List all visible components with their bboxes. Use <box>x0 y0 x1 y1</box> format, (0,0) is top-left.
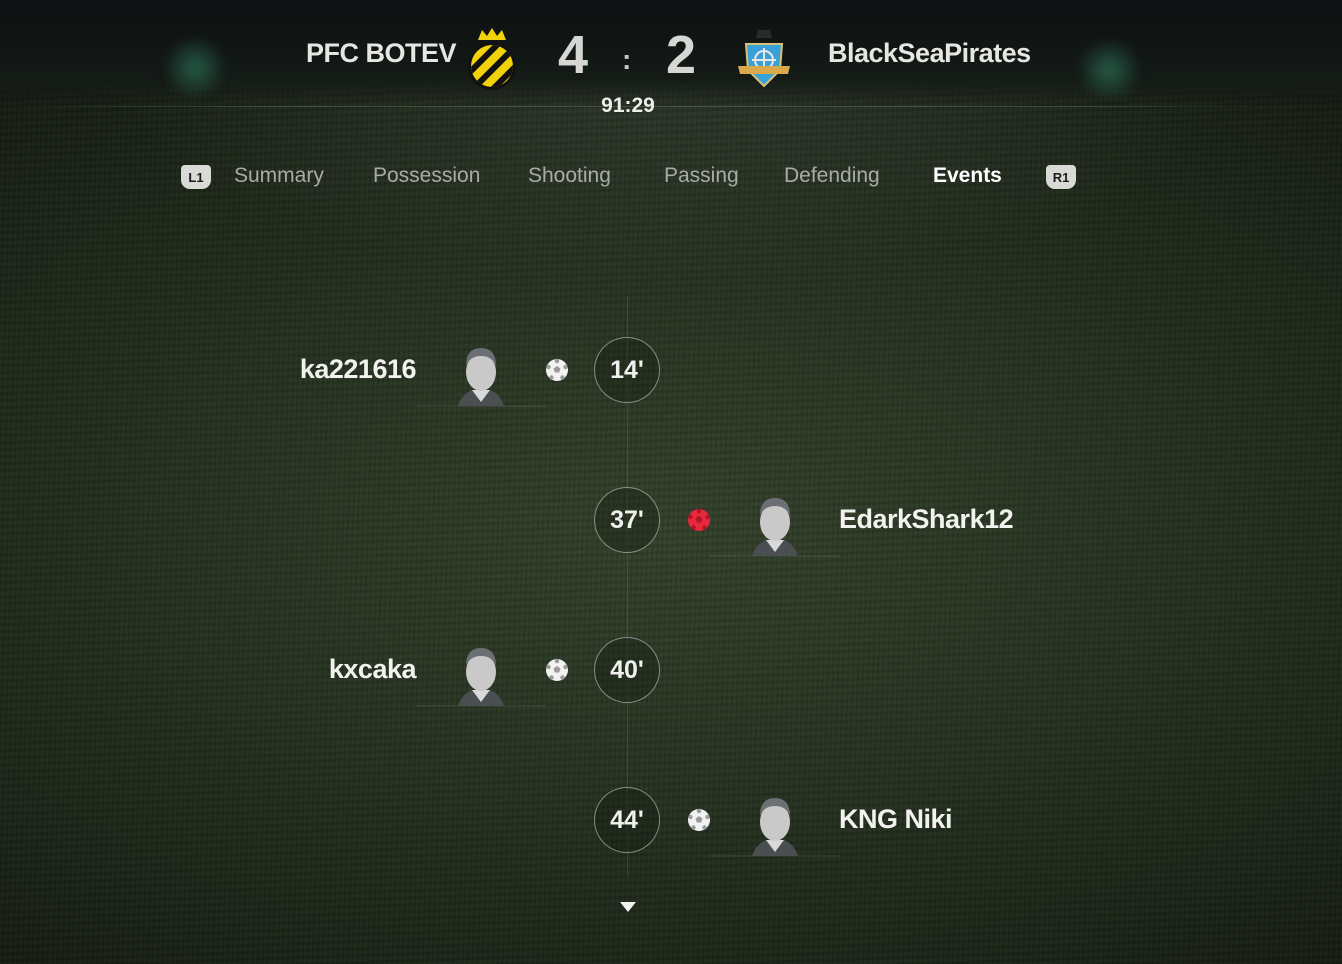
event-minute: 40' <box>594 637 660 703</box>
event-player-name: kxcaka <box>328 654 417 684</box>
score-separator: : <box>622 44 632 75</box>
soccer-ball-icon <box>688 808 710 831</box>
match-clock: 91:29 <box>601 94 655 117</box>
red-ball-icon <box>688 508 710 531</box>
away-score: 2 <box>666 25 697 85</box>
tab-passing[interactable]: Passing <box>664 164 739 188</box>
away-team-name: BlackSeaPirates <box>828 38 1031 68</box>
event-player-name: EdarkShark12 <box>839 504 1014 534</box>
player-avatar-icon <box>710 798 840 857</box>
home-score: 4 <box>558 25 589 85</box>
home-team-crest-icon <box>468 28 516 90</box>
home-team-name: PFC BOTEV <box>306 38 457 68</box>
stats-tab-bar: Summary Possession Shooting Passing Defe… <box>0 164 1342 198</box>
stadium-light-blur <box>1074 40 1144 100</box>
soccer-ball-icon <box>546 658 568 681</box>
away-team-crest-icon <box>738 30 790 88</box>
event-minute: 37' <box>594 487 660 553</box>
event-player-name: KNG Niki <box>839 804 953 834</box>
player-avatar-icon <box>710 498 840 557</box>
tab-events[interactable]: Events <box>933 164 1002 188</box>
tab-summary[interactable]: Summary <box>234 164 324 188</box>
soccer-ball-icon <box>546 358 568 381</box>
scroll-down-arrow-icon[interactable] <box>620 902 636 912</box>
player-avatar-icon <box>416 348 546 407</box>
r1-button-icon[interactable]: R1 <box>1046 165 1076 189</box>
player-avatar-icon <box>416 648 546 707</box>
tab-shooting[interactable]: Shooting <box>528 164 611 188</box>
tab-possession[interactable]: Possession <box>373 164 480 188</box>
stadium-light-blur <box>160 38 230 98</box>
event-minute: 14' <box>594 337 660 403</box>
tab-defending[interactable]: Defending <box>784 164 880 188</box>
event-player-name: ka221616 <box>299 354 417 384</box>
event-minute: 44' <box>594 787 660 853</box>
pitch-background <box>0 0 1342 964</box>
